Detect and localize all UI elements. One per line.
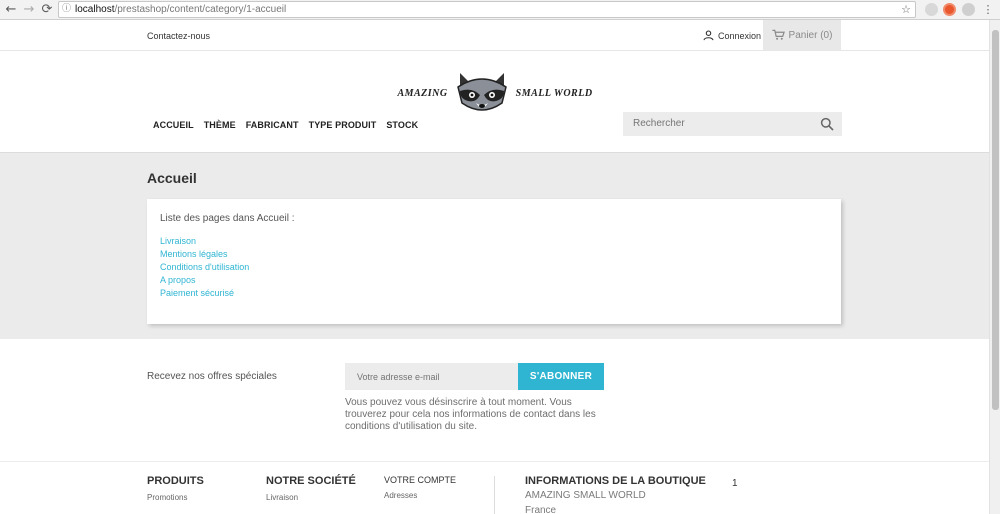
browser-toolbar: ← → ⟳ ⓘ localhost/prestashop/content/cat…: [0, 0, 1000, 20]
page-scrollbar[interactable]: [989, 20, 1000, 514]
subscribe-button[interactable]: S'ABONNER: [518, 363, 604, 390]
site-footer: PRODUITS Promotions NOTRE SOCIÉTÉ Livrai…: [0, 461, 989, 514]
scrollbar-thumb[interactable]: [992, 30, 999, 410]
url-path: /prestashop/content/category/1-accueil: [114, 4, 287, 15]
search-input[interactable]: [633, 118, 813, 129]
newsletter-section: Recevez nos offres spéciales S'ABONNER V…: [0, 339, 989, 461]
raccoon-logo-icon: [456, 73, 507, 111]
store-country: France: [525, 505, 557, 514]
footer-link-promotions[interactable]: Promotions: [147, 493, 204, 502]
logo-text-right: SMALL WORLD: [515, 87, 593, 99]
page-link-mentions-legales[interactable]: Mentions légales: [160, 249, 249, 260]
bookmark-star-icon[interactable]: ☆: [901, 2, 911, 17]
newsletter-email-input[interactable]: [345, 363, 518, 390]
search-icon[interactable]: [820, 117, 834, 131]
forward-icon[interactable]: →: [21, 2, 37, 18]
cart-icon: [772, 29, 785, 40]
page-link-paiement-securise[interactable]: Paiement sécurisé: [160, 288, 249, 299]
login-link[interactable]: Connexion: [703, 30, 761, 41]
search-box: [623, 112, 842, 136]
site-header: AMAZING SMALL WORLD ACCUEIL THÈME FABRIC…: [0, 52, 989, 152]
menu-item-fabricant[interactable]: FABRICANT: [246, 120, 299, 130]
back-icon[interactable]: ←: [3, 2, 19, 18]
footer-company-column: NOTRE SOCIÉTÉ Livraison: [266, 475, 356, 502]
url-host: localhost: [75, 4, 115, 15]
footer-divider: [494, 476, 495, 514]
user-icon: [703, 30, 714, 41]
menu-item-type-produit[interactable]: TYPE PRODUIT: [309, 120, 377, 130]
page-info-icon[interactable]: ⓘ: [62, 2, 72, 17]
footer-products-title: PRODUITS: [147, 475, 204, 487]
page-title: Accueil: [147, 170, 197, 186]
footer-products-column: PRODUITS Promotions: [147, 475, 204, 502]
menu-item-stock[interactable]: STOCK: [386, 120, 418, 130]
pages-list: Livraison Mentions légales Conditions d'…: [160, 236, 249, 299]
reload-icon[interactable]: ⟳: [39, 2, 55, 18]
cms-category-card: Liste des pages dans Accueil : Livraison…: [147, 199, 841, 324]
footer-store-info: INFORMATIONS DE LA BOUTIQUE AMAZING SMAL…: [525, 475, 706, 514]
page-link-conditions[interactable]: Conditions d'utilisation: [160, 262, 249, 273]
main-content: Accueil Liste des pages dans Accueil : L…: [0, 152, 989, 339]
store-name: AMAZING SMALL WORLD: [525, 490, 646, 501]
footer-number: 1: [732, 478, 738, 489]
footer-account-title[interactable]: VOTRE COMPTE: [384, 475, 456, 485]
footer-company-title: NOTRE SOCIÉTÉ: [266, 475, 356, 487]
cart-label: Panier (0): [788, 29, 833, 41]
newsletter-note: Vous pouvez vous désinscrire à tout mome…: [345, 397, 596, 432]
menu-item-accueil[interactable]: ACCUEIL: [153, 120, 194, 130]
cart-button[interactable]: Panier (0): [763, 20, 841, 50]
store-info-title: INFORMATIONS DE LA BOUTIQUE: [525, 475, 706, 487]
top-navigation: Contactez-nous Connexion Panier (0): [0, 20, 989, 51]
footer-account-column: VOTRE COMPTE Adresses: [384, 475, 456, 500]
footer-link-livraison[interactable]: Livraison: [266, 493, 356, 502]
page-link-a-propos[interactable]: A propos: [160, 275, 249, 286]
extension-icon[interactable]: [925, 3, 938, 16]
address-bar[interactable]: ⓘ localhost/prestashop/content/category/…: [58, 1, 916, 18]
login-label: Connexion: [718, 30, 762, 41]
footer-link-adresses[interactable]: Adresses: [384, 491, 456, 500]
logo-text-left: AMAZING: [397, 87, 448, 99]
extension-icon[interactable]: [943, 3, 956, 16]
newsletter-label: Recevez nos offres spéciales: [147, 371, 277, 382]
main-menu: ACCUEIL THÈME FABRICANT TYPE PRODUIT STO…: [153, 120, 418, 130]
extension-icon[interactable]: [962, 3, 975, 16]
menu-kebab-icon[interactable]: ⋮: [980, 2, 996, 18]
site-logo[interactable]: AMAZING SMALL WORLD: [395, 68, 595, 118]
page-link-livraison[interactable]: Livraison: [160, 236, 249, 247]
menu-item-theme[interactable]: THÈME: [204, 120, 236, 130]
pages-list-heading: Liste des pages dans Accueil :: [160, 213, 295, 224]
contact-link[interactable]: Contactez-nous: [147, 31, 210, 41]
